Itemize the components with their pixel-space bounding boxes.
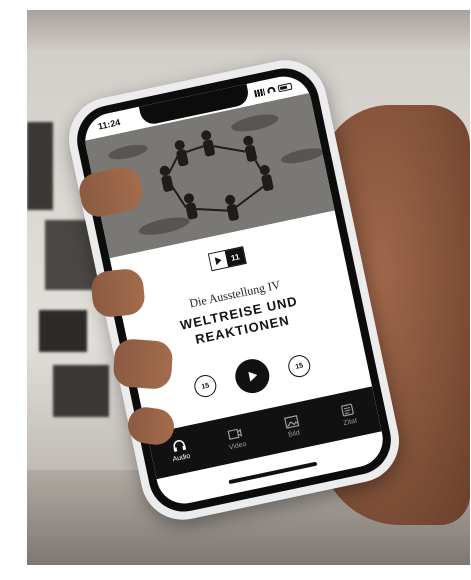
image-icon	[283, 415, 300, 429]
status-time: 11:24	[97, 117, 122, 132]
rewind-15-button[interactable]: 15	[192, 373, 219, 400]
wall-artwork	[39, 310, 87, 352]
track-number: 11	[224, 247, 246, 267]
play-icon	[248, 371, 258, 382]
forward-15-button[interactable]: 15	[286, 353, 313, 380]
tab-label: Bild	[287, 429, 301, 439]
wifi-icon	[266, 86, 276, 94]
tab-zitat[interactable]: Zitat	[322, 399, 375, 431]
signal-icon	[253, 87, 266, 97]
finger	[112, 338, 174, 390]
wall-artwork	[27, 122, 53, 210]
gallery-ceiling	[27, 10, 470, 50]
quote-icon	[341, 403, 355, 417]
tab-bild[interactable]: Bild	[266, 411, 319, 443]
finger	[89, 267, 147, 319]
video-icon	[227, 428, 243, 440]
tab-label: Audio	[172, 452, 192, 464]
wall-artwork	[53, 365, 109, 417]
tab-label: Zitat	[342, 417, 358, 428]
tab-label: Video	[228, 440, 248, 452]
headphones-icon	[173, 440, 186, 452]
home-indicator[interactable]	[228, 461, 318, 485]
forward-label: 15	[294, 361, 304, 371]
play-button[interactable]	[232, 355, 273, 397]
battery-icon	[277, 82, 293, 92]
rewind-label: 15	[200, 381, 210, 391]
status-icons	[253, 82, 293, 97]
track-badge: 11	[207, 246, 247, 272]
tab-video[interactable]: Video	[209, 423, 262, 455]
